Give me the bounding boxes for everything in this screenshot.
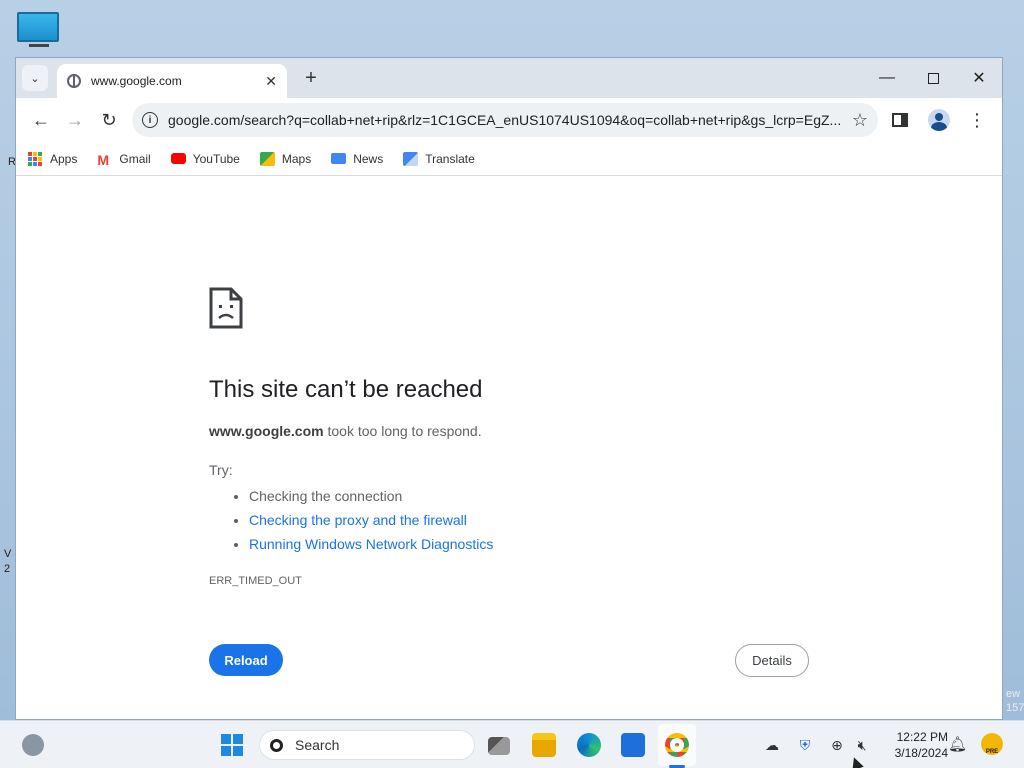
search-icon — [270, 738, 283, 752]
close-window-button[interactable]: ✕ — [956, 58, 1002, 98]
defender-shield-icon[interactable]: ⛨ — [796, 736, 814, 754]
bookmark-maps[interactable]: Maps — [259, 151, 312, 166]
bookmark-label: Maps — [281, 151, 312, 166]
chevron-down-icon: ⌄ — [30, 72, 40, 85]
bookmark-news[interactable]: News — [331, 152, 383, 166]
bookmark-translate[interactable]: Translate — [403, 151, 475, 166]
bookmark-label: Translate — [425, 151, 475, 166]
notification-bell-icon[interactable]: 🔔︎ — [948, 735, 967, 753]
maximize-button[interactable] — [910, 58, 956, 98]
preview-badge-icon[interactable]: PRE — [981, 733, 1003, 755]
suggestion-network-diagnostics-link[interactable]: Running Windows Network Diagnostics — [249, 532, 493, 556]
taskbar-search-box[interactable]: Search — [259, 730, 475, 760]
monitor-icon — [17, 12, 59, 42]
bookmark-label: YouTube — [192, 151, 240, 166]
clock-time: 12:22 PM — [896, 730, 948, 744]
desktop-label-fragment: V — [4, 548, 12, 560]
tab-title: www.google.com — [91, 74, 182, 88]
microsoft-store-icon[interactable] — [621, 733, 645, 757]
error-host: www.google.com — [209, 423, 324, 439]
details-button[interactable]: Details — [735, 644, 809, 677]
desktop-label-fragment: 157 — [1006, 702, 1024, 714]
desktop-label-fragment: ew — [1006, 688, 1021, 700]
file-explorer-icon[interactable] — [532, 733, 556, 757]
site-info-icon[interactable]: i — [142, 112, 158, 128]
network-globe-icon[interactable]: ⊕ — [828, 736, 846, 754]
bookmark-star-icon[interactable]: ☆ — [852, 110, 868, 131]
forward-button[interactable]: → — [58, 103, 92, 137]
bookmark-gmail[interactable]: M Gmail — [97, 151, 151, 168]
bookmarks-bar: Apps M Gmail YouTube Maps News Translate — [16, 142, 1002, 176]
start-button[interactable] — [221, 734, 243, 756]
side-panel-icon[interactable] — [892, 113, 908, 127]
bookmark-label: News — [353, 151, 384, 166]
reload-button[interactable]: ↻ — [92, 103, 126, 137]
sad-document-icon — [209, 287, 243, 329]
error-code: ERR_TIMED_OUT — [209, 575, 302, 587]
bookmark-label: Gmail — [119, 151, 151, 166]
tab-strip: ⌄ www.google.com ✕ + — ✕ — [16, 58, 1002, 98]
volume-muted-icon[interactable]: 🔇︎ — [853, 736, 871, 754]
suggestion-proxy-firewall-link[interactable]: Checking the proxy and the firewall — [249, 508, 493, 532]
globe-icon — [67, 74, 81, 88]
edge-icon[interactable] — [577, 733, 601, 757]
profile-avatar[interactable] — [928, 109, 950, 131]
chrome-window: ⌄ www.google.com ✕ + — ✕ ← → ↻ i google.… — [15, 57, 1003, 720]
try-label: Try: — [209, 462, 233, 478]
maximize-icon — [927, 72, 939, 84]
window-controls: — ✕ — [864, 58, 1002, 98]
tab-google[interactable]: www.google.com ✕ — [57, 64, 287, 98]
news-icon — [331, 153, 347, 164]
chrome-icon — [665, 733, 689, 757]
chrome-menu-icon[interactable]: ⋮ — [968, 110, 986, 131]
windows-logo-icon — [221, 734, 231, 744]
url-text[interactable]: google.com/search?q=collab+net+rip&rlz=1… — [168, 112, 846, 128]
taskbar: Search ☁ ⛨ ⊕ 🔇︎ 12:22 PM 3/18/2024 🔔︎ PR… — [0, 720, 1024, 768]
address-bar[interactable]: i google.com/search?q=collab+net+rip&rlz… — [132, 103, 878, 137]
desktop-label-fragment: 2 — [4, 563, 11, 575]
task-view-icon[interactable] — [488, 737, 510, 755]
close-tab-icon[interactable]: ✕ — [265, 73, 277, 90]
onedrive-offline-icon[interactable]: ☁ — [763, 736, 781, 754]
weather-widget-icon[interactable] — [22, 734, 44, 756]
error-description: www.google.com took too long to respond. — [209, 423, 482, 439]
apps-grid-icon — [28, 151, 43, 166]
new-tab-button[interactable]: + — [299, 67, 323, 90]
system-clock[interactable]: 12:22 PM 3/18/2024 — [880, 729, 948, 761]
youtube-icon — [170, 153, 186, 164]
translate-icon — [403, 151, 419, 166]
bookmark-youtube[interactable]: YouTube — [170, 151, 240, 166]
browser-toolbar: ← → ↻ i google.com/search?q=collab+net+r… — [16, 98, 1002, 142]
tab-search-button[interactable]: ⌄ — [22, 65, 48, 91]
back-button[interactable]: ← — [24, 103, 58, 137]
error-description-text: took too long to respond. — [323, 423, 482, 439]
this-pc-desktop-icon[interactable] — [17, 12, 61, 52]
suggestion-list: Checking the connection Checking the pro… — [249, 484, 493, 556]
error-page: This site can’t be reached www.google.co… — [16, 176, 1002, 718]
gmail-icon: M — [97, 151, 110, 168]
suggestion-check-connection: Checking the connection — [249, 484, 493, 508]
clock-date: 3/18/2024 — [894, 746, 948, 760]
error-title: This site can’t be reached — [209, 376, 483, 403]
reload-button[interactable]: Reload — [209, 644, 283, 676]
bookmark-label: Apps — [50, 151, 78, 166]
search-placeholder: Search — [295, 737, 340, 753]
bookmark-apps[interactable]: Apps — [28, 151, 78, 166]
maps-icon — [259, 151, 275, 166]
minimize-button[interactable]: — — [864, 58, 910, 98]
